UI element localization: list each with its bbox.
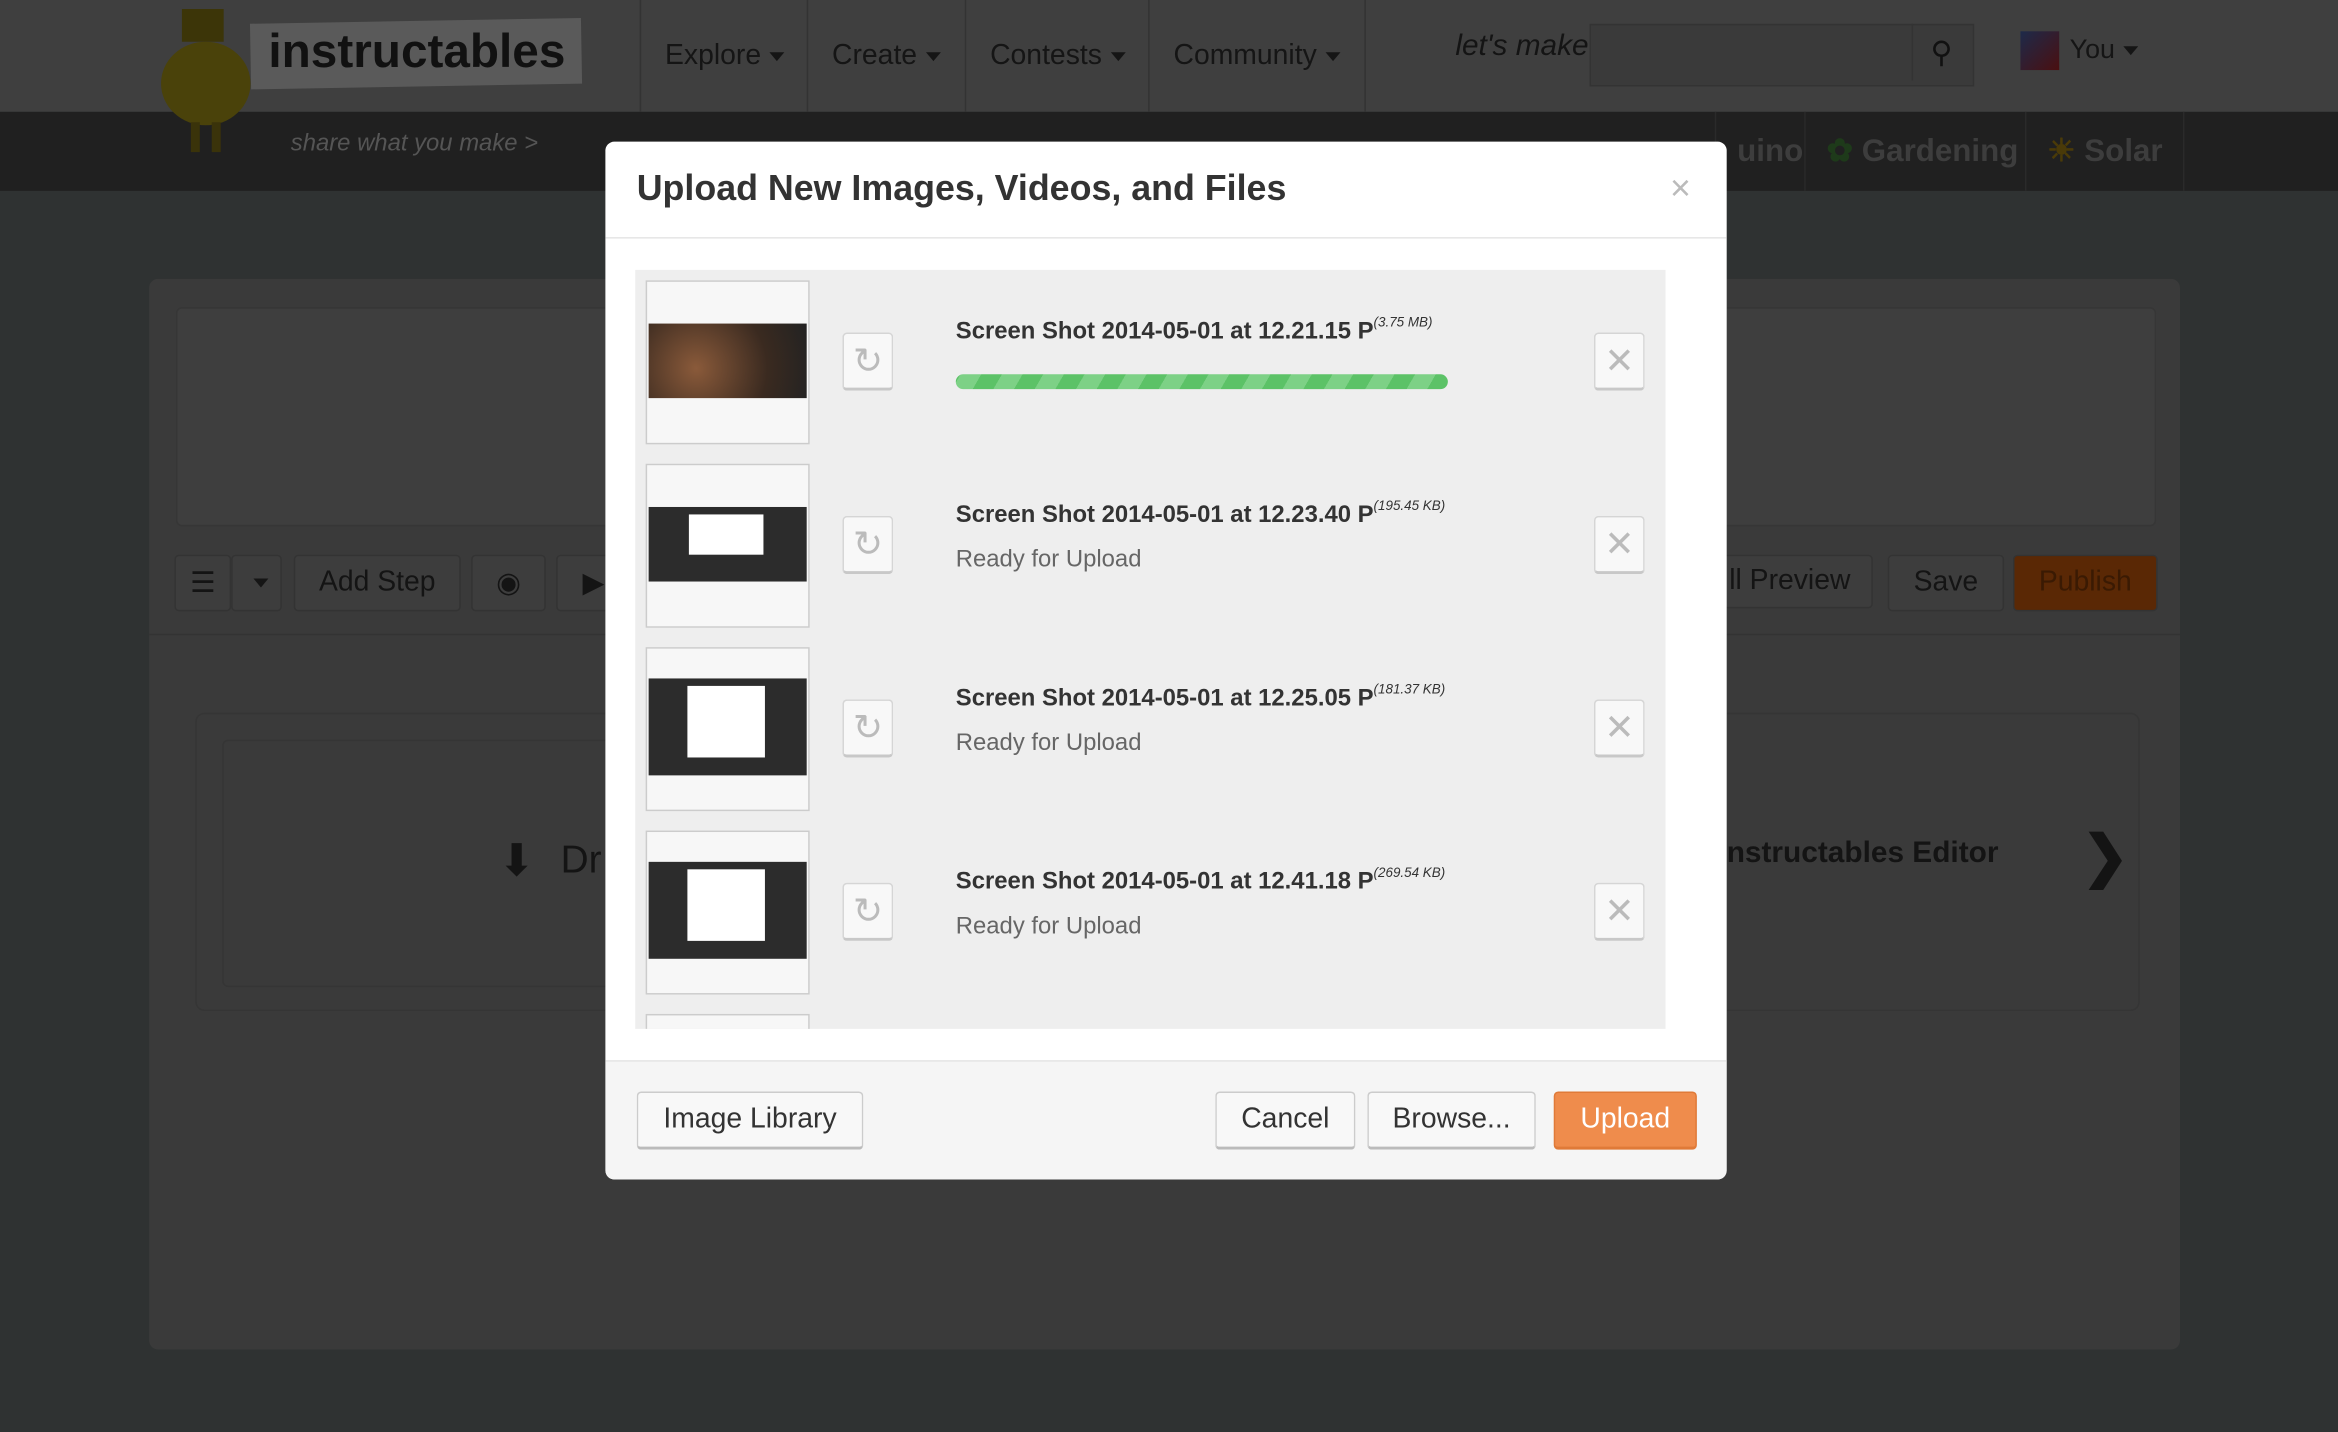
rotate-button[interactable]: ↻ <box>842 515 894 575</box>
file-status: Ready for Upload <box>955 547 1142 573</box>
caret-down-icon <box>253 578 269 588</box>
channel-label: uino <box>1737 133 1804 168</box>
file-status: Ready for Upload <box>955 914 1142 940</box>
list-view-button[interactable]: ☰ <box>174 554 232 612</box>
remove-button[interactable]: ✕ <box>1593 882 1645 941</box>
user-label: You <box>2069 34 2115 65</box>
arrow-down-icon: ⬇ <box>498 836 536 886</box>
file-row: ↻ Screen Shot 2014-05-01 at 12.41.18 P(2… <box>635 820 1665 1003</box>
file-name: Screen Shot 2014-05-01 at 12.41.18 P(269… <box>955 865 1445 896</box>
leaf-icon: ✿ <box>1826 134 1853 169</box>
menu-label: Contests <box>990 39 1102 71</box>
file-name: Screen Shot 2014-05-01 at 12.23.40 P(195… <box>955 498 1445 530</box>
remove-button[interactable]: ✕ <box>1593 699 1645 758</box>
file-size: (269.54 KB) <box>1373 864 1446 880</box>
file-row <box>635 1004 1665 1029</box>
page: instructables share what you make > Expl… <box>0 0 2338 1432</box>
upload-progress-bar <box>955 374 1448 390</box>
upload-button[interactable]: Upload <box>1553 1091 1697 1150</box>
video-icon: ▶ <box>582 567 605 599</box>
file-thumbnail <box>645 647 810 812</box>
logo-text[interactable]: instructables <box>268 24 565 79</box>
caret-down-icon <box>2123 46 2139 56</box>
menu-community[interactable]: Community <box>1148 0 1366 112</box>
file-row: ↻ Screen Shot 2014-05-01 at 12.21.15 P(3… <box>635 270 1665 453</box>
drop-text: Dr <box>560 836 602 882</box>
image-library-button[interactable]: Image Library <box>636 1091 864 1150</box>
file-name: Screen Shot 2014-05-01 at 12.21.15 P(3.7… <box>955 315 1433 346</box>
divider <box>605 237 1727 239</box>
caret-down-icon <box>1325 51 1341 61</box>
caret-down-icon <box>926 51 941 61</box>
file-list[interactable]: ↻ Screen Shot 2014-05-01 at 12.21.15 P(3… <box>635 269 1666 1029</box>
user-menu[interactable]: You <box>2070 34 2139 65</box>
cancel-button[interactable]: Cancel <box>1215 1091 1356 1150</box>
file-name-text: Screen Shot 2014-05-01 at 12.21.15 P <box>955 319 1374 345</box>
dropdown-button[interactable] <box>231 554 282 612</box>
rotate-icon: ↻ <box>852 524 883 565</box>
upload-modal: Upload New Images, Videos, and Files × ↻… <box>605 141 1727 1180</box>
add-step-button[interactable]: Add Step <box>293 554 461 612</box>
caret-down-icon <box>1110 51 1126 61</box>
rotate-button[interactable]: ↻ <box>842 882 894 941</box>
rotate-button[interactable]: ↻ <box>842 332 894 391</box>
rotate-icon: ↻ <box>852 340 883 381</box>
robot-logo-icon[interactable] <box>152 8 259 158</box>
menu-label: Community <box>1173 39 1317 71</box>
camera-icon: ◉ <box>496 567 521 599</box>
avatar[interactable] <box>2020 31 2060 71</box>
file-name-text: Screen Shot 2014-05-01 at 12.41.18 P <box>955 869 1374 895</box>
file-size: (181.37 KB) <box>1373 681 1446 697</box>
channel-label: Solar <box>2084 133 2163 168</box>
file-size: (195.45 KB) <box>1373 498 1446 513</box>
file-name-text: Screen Shot 2014-05-01 at 12.23.40 P <box>955 502 1374 528</box>
search-icon: ⚲ <box>1930 36 1953 70</box>
file-thumbnail <box>645 830 810 995</box>
close-icon: ✕ <box>1604 340 1635 381</box>
modal-footer: Image Library Cancel Browse... Upload <box>605 1060 1727 1180</box>
file-row: ↻ Screen Shot 2014-05-01 at 12.25.05 P(1… <box>635 637 1665 820</box>
rotate-icon: ↻ <box>852 707 883 748</box>
channel-solar[interactable]: ☀ Solar <box>2024 111 2185 191</box>
channel-label: Gardening <box>1861 133 2019 168</box>
browse-button[interactable]: Browse... <box>1367 1091 1536 1150</box>
sun-icon: ☀ <box>2047 134 2076 169</box>
file-thumbnail <box>645 280 810 445</box>
file-thumbnail <box>645 463 810 628</box>
editor-text: nstructables Editor <box>1726 836 1999 870</box>
channel-gardening[interactable]: ✿ Gardening <box>1804 111 2039 191</box>
close-icon[interactable]: × <box>1670 168 1691 210</box>
menu-label: Create <box>832 39 918 71</box>
file-name: Screen Shot 2014-05-01 at 12.25.05 P(181… <box>955 681 1445 713</box>
publish-button[interactable]: Publish <box>2012 554 2158 612</box>
add-photo-button[interactable]: ◉ <box>471 554 546 612</box>
menu-explore[interactable]: Explore <box>639 0 809 112</box>
modal-title: Upload New Images, Videos, and Files <box>636 168 1287 209</box>
menu-label: Explore <box>665 39 762 71</box>
remove-button[interactable]: ✕ <box>1593 332 1645 391</box>
file-name-text: Screen Shot 2014-05-01 at 12.25.05 P <box>955 685 1374 712</box>
rotate-icon: ↻ <box>852 890 883 932</box>
remove-button[interactable]: ✕ <box>1593 515 1645 575</box>
file-row: ↻ Screen Shot 2014-05-01 at 12.23.40 P(1… <box>635 453 1665 636</box>
list-icon: ☰ <box>190 567 216 599</box>
menu-contests[interactable]: Contests <box>964 0 1150 112</box>
file-status: Ready for Upload <box>955 730 1142 756</box>
close-icon: ✕ <box>1604 524 1635 565</box>
caret-down-icon <box>770 51 785 61</box>
file-size: (3.75 MB) <box>1373 314 1433 330</box>
rotate-button[interactable]: ↻ <box>842 699 894 758</box>
file-thumbnail <box>645 1013 810 1029</box>
menu-create[interactable]: Create <box>806 0 965 112</box>
search-button[interactable]: ⚲ <box>1911 23 1970 81</box>
chevron-right-icon[interactable]: ❯ <box>2082 823 2129 890</box>
save-button[interactable]: Save <box>1887 554 2005 612</box>
tagline-link[interactable]: share what you make > <box>291 131 538 158</box>
close-icon: ✕ <box>1604 707 1635 748</box>
close-icon: ✕ <box>1604 890 1635 932</box>
lets-make-label: let's make <box>1455 29 1589 63</box>
